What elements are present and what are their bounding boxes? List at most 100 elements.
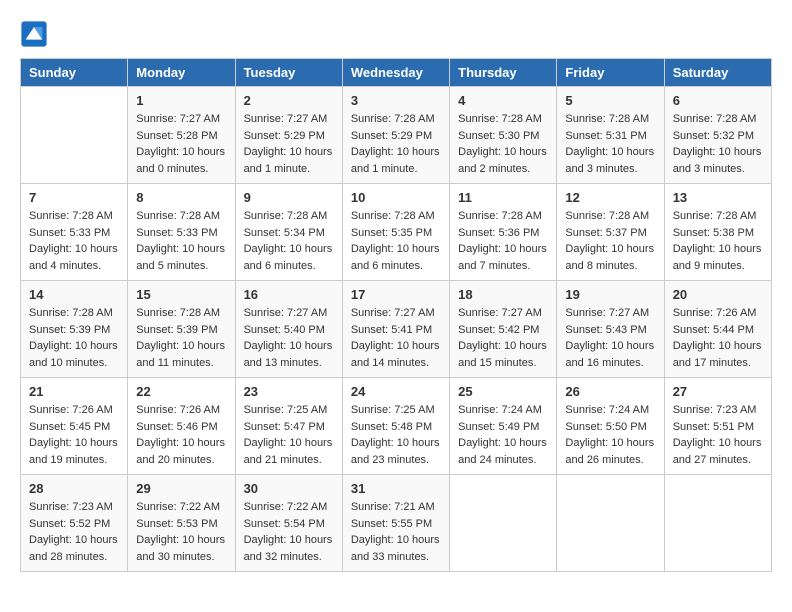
weekday-header: Tuesday xyxy=(235,59,342,87)
calendar-cell: 2 Sunrise: 7:27 AM Sunset: 5:29 PM Daylig… xyxy=(235,87,342,184)
calendar-cell: 21 Sunrise: 7:26 AM Sunset: 5:45 PM Dayli… xyxy=(21,378,128,475)
day-info: Sunrise: 7:23 AM Sunset: 5:51 PM Dayligh… xyxy=(673,402,763,468)
calendar-cell: 13 Sunrise: 7:28 AM Sunset: 5:38 PM Dayli… xyxy=(664,184,771,281)
day-number: 11 xyxy=(458,190,548,205)
day-info: Sunrise: 7:28 AM Sunset: 5:33 PM Dayligh… xyxy=(136,208,226,274)
day-info: Sunrise: 7:27 AM Sunset: 5:28 PM Dayligh… xyxy=(136,111,226,177)
calendar-cell: 10 Sunrise: 7:28 AM Sunset: 5:35 PM Dayli… xyxy=(342,184,449,281)
calendar-cell xyxy=(664,475,771,572)
calendar-cell: 30 Sunrise: 7:22 AM Sunset: 5:54 PM Dayli… xyxy=(235,475,342,572)
header-row: SundayMondayTuesdayWednesdayThursdayFrid… xyxy=(21,59,772,87)
day-number: 7 xyxy=(29,190,119,205)
day-number: 14 xyxy=(29,287,119,302)
day-number: 15 xyxy=(136,287,226,302)
weekday-header: Thursday xyxy=(450,59,557,87)
calendar-cell: 9 Sunrise: 7:28 AM Sunset: 5:34 PM Daylig… xyxy=(235,184,342,281)
calendar-cell: 17 Sunrise: 7:27 AM Sunset: 5:41 PM Dayli… xyxy=(342,281,449,378)
calendar-week-row: 28 Sunrise: 7:23 AM Sunset: 5:52 PM Dayli… xyxy=(21,475,772,572)
day-info: Sunrise: 7:28 AM Sunset: 5:39 PM Dayligh… xyxy=(136,305,226,371)
calendar-header: SundayMondayTuesdayWednesdayThursdayFrid… xyxy=(21,59,772,87)
day-info: Sunrise: 7:28 AM Sunset: 5:31 PM Dayligh… xyxy=(565,111,655,177)
day-number: 25 xyxy=(458,384,548,399)
day-info: Sunrise: 7:25 AM Sunset: 5:48 PM Dayligh… xyxy=(351,402,441,468)
calendar-week-row: 14 Sunrise: 7:28 AM Sunset: 5:39 PM Dayli… xyxy=(21,281,772,378)
calendar-cell: 26 Sunrise: 7:24 AM Sunset: 5:50 PM Dayli… xyxy=(557,378,664,475)
day-info: Sunrise: 7:24 AM Sunset: 5:50 PM Dayligh… xyxy=(565,402,655,468)
calendar-cell xyxy=(557,475,664,572)
day-info: Sunrise: 7:28 AM Sunset: 5:29 PM Dayligh… xyxy=(351,111,441,177)
day-number: 2 xyxy=(244,93,334,108)
day-info: Sunrise: 7:28 AM Sunset: 5:36 PM Dayligh… xyxy=(458,208,548,274)
day-number: 30 xyxy=(244,481,334,496)
calendar-cell: 3 Sunrise: 7:28 AM Sunset: 5:29 PM Daylig… xyxy=(342,87,449,184)
page-header xyxy=(20,20,772,48)
calendar-cell: 24Sunrise: 7:25 AM Sunset: 5:48 PM Dayli… xyxy=(342,378,449,475)
day-info: Sunrise: 7:27 AM Sunset: 5:41 PM Dayligh… xyxy=(351,305,441,371)
day-number: 4 xyxy=(458,93,548,108)
calendar-cell: 18Sunrise: 7:27 AM Sunset: 5:42 PM Dayli… xyxy=(450,281,557,378)
day-number: 23 xyxy=(244,384,334,399)
day-info: Sunrise: 7:23 AM Sunset: 5:52 PM Dayligh… xyxy=(29,499,119,565)
day-number: 26 xyxy=(565,384,655,399)
calendar-cell: 14 Sunrise: 7:28 AM Sunset: 5:39 PM Dayli… xyxy=(21,281,128,378)
day-number: 21 xyxy=(29,384,119,399)
calendar-cell: 6Sunrise: 7:28 AM Sunset: 5:32 PM Daylig… xyxy=(664,87,771,184)
day-number: 1 xyxy=(136,93,226,108)
calendar-cell: 20Sunrise: 7:26 AM Sunset: 5:44 PM Dayli… xyxy=(664,281,771,378)
calendar-week-row: 21 Sunrise: 7:26 AM Sunset: 5:45 PM Dayli… xyxy=(21,378,772,475)
day-info: Sunrise: 7:27 AM Sunset: 5:42 PM Dayligh… xyxy=(458,305,548,371)
day-info: Sunrise: 7:26 AM Sunset: 5:45 PM Dayligh… xyxy=(29,402,119,468)
calendar-week-row: 7 Sunrise: 7:28 AM Sunset: 5:33 PM Daylig… xyxy=(21,184,772,281)
calendar-body: 1 Sunrise: 7:27 AM Sunset: 5:28 PM Daylig… xyxy=(21,87,772,572)
calendar-cell xyxy=(21,87,128,184)
day-number: 5 xyxy=(565,93,655,108)
day-info: Sunrise: 7:22 AM Sunset: 5:54 PM Dayligh… xyxy=(244,499,334,565)
calendar-cell: 25Sunrise: 7:24 AM Sunset: 5:49 PM Dayli… xyxy=(450,378,557,475)
calendar-cell: 23 Sunrise: 7:25 AM Sunset: 5:47 PM Dayli… xyxy=(235,378,342,475)
day-number: 28 xyxy=(29,481,119,496)
calendar-cell: 22Sunrise: 7:26 AM Sunset: 5:46 PM Dayli… xyxy=(128,378,235,475)
logo-icon xyxy=(20,20,48,48)
weekday-header: Sunday xyxy=(21,59,128,87)
weekday-header: Wednesday xyxy=(342,59,449,87)
day-info: Sunrise: 7:21 AM Sunset: 5:55 PM Dayligh… xyxy=(351,499,441,565)
calendar-table: SundayMondayTuesdayWednesdayThursdayFrid… xyxy=(20,58,772,572)
calendar-cell xyxy=(450,475,557,572)
day-number: 31 xyxy=(351,481,441,496)
day-number: 17 xyxy=(351,287,441,302)
day-number: 8 xyxy=(136,190,226,205)
day-number: 3 xyxy=(351,93,441,108)
day-info: Sunrise: 7:27 AM Sunset: 5:43 PM Dayligh… xyxy=(565,305,655,371)
calendar-cell: 12Sunrise: 7:28 AM Sunset: 5:37 PM Dayli… xyxy=(557,184,664,281)
calendar-cell: 8 Sunrise: 7:28 AM Sunset: 5:33 PM Daylig… xyxy=(128,184,235,281)
day-info: Sunrise: 7:22 AM Sunset: 5:53 PM Dayligh… xyxy=(136,499,226,565)
calendar-cell: 11 Sunrise: 7:28 AM Sunset: 5:36 PM Dayli… xyxy=(450,184,557,281)
calendar-cell: 5 Sunrise: 7:28 AM Sunset: 5:31 PM Daylig… xyxy=(557,87,664,184)
day-info: Sunrise: 7:27 AM Sunset: 5:40 PM Dayligh… xyxy=(244,305,334,371)
calendar-cell: 16Sunrise: 7:27 AM Sunset: 5:40 PM Dayli… xyxy=(235,281,342,378)
weekday-header: Saturday xyxy=(664,59,771,87)
day-number: 13 xyxy=(673,190,763,205)
day-info: Sunrise: 7:28 AM Sunset: 5:38 PM Dayligh… xyxy=(673,208,763,274)
day-info: Sunrise: 7:27 AM Sunset: 5:29 PM Dayligh… xyxy=(244,111,334,177)
calendar-cell: 28 Sunrise: 7:23 AM Sunset: 5:52 PM Dayli… xyxy=(21,475,128,572)
day-info: Sunrise: 7:28 AM Sunset: 5:37 PM Dayligh… xyxy=(565,208,655,274)
day-info: Sunrise: 7:28 AM Sunset: 5:39 PM Dayligh… xyxy=(29,305,119,371)
weekday-header: Monday xyxy=(128,59,235,87)
calendar-cell: 7 Sunrise: 7:28 AM Sunset: 5:33 PM Daylig… xyxy=(21,184,128,281)
day-number: 10 xyxy=(351,190,441,205)
day-info: Sunrise: 7:25 AM Sunset: 5:47 PM Dayligh… xyxy=(244,402,334,468)
day-info: Sunrise: 7:28 AM Sunset: 5:33 PM Dayligh… xyxy=(29,208,119,274)
calendar-week-row: 1 Sunrise: 7:27 AM Sunset: 5:28 PM Daylig… xyxy=(21,87,772,184)
calendar-cell: 4Sunrise: 7:28 AM Sunset: 5:30 PM Daylig… xyxy=(450,87,557,184)
day-number: 6 xyxy=(673,93,763,108)
calendar-cell: 31 Sunrise: 7:21 AM Sunset: 5:55 PM Dayli… xyxy=(342,475,449,572)
day-info: Sunrise: 7:28 AM Sunset: 5:34 PM Dayligh… xyxy=(244,208,334,274)
weekday-header: Friday xyxy=(557,59,664,87)
calendar-cell: 29Sunrise: 7:22 AM Sunset: 5:53 PM Dayli… xyxy=(128,475,235,572)
day-number: 9 xyxy=(244,190,334,205)
calendar-cell: 15 Sunrise: 7:28 AM Sunset: 5:39 PM Dayli… xyxy=(128,281,235,378)
day-info: Sunrise: 7:28 AM Sunset: 5:35 PM Dayligh… xyxy=(351,208,441,274)
calendar-cell: 1 Sunrise: 7:27 AM Sunset: 5:28 PM Daylig… xyxy=(128,87,235,184)
day-number: 20 xyxy=(673,287,763,302)
